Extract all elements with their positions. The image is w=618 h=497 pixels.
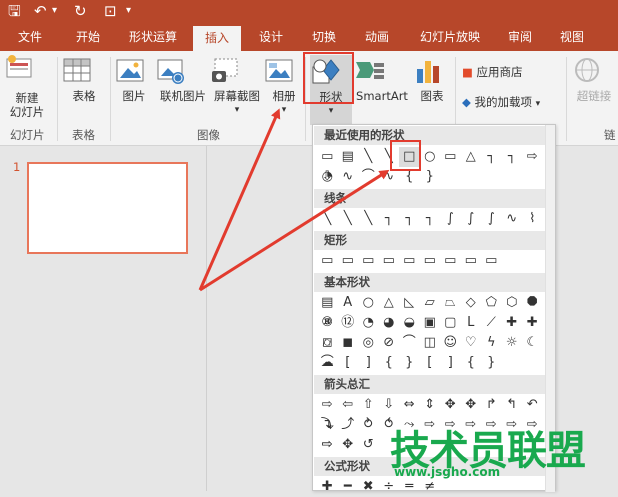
watermark-url: www.jsgho.com <box>394 465 501 479</box>
arrow-to-rectangle <box>199 169 390 292</box>
arrow-to-album <box>198 108 281 291</box>
